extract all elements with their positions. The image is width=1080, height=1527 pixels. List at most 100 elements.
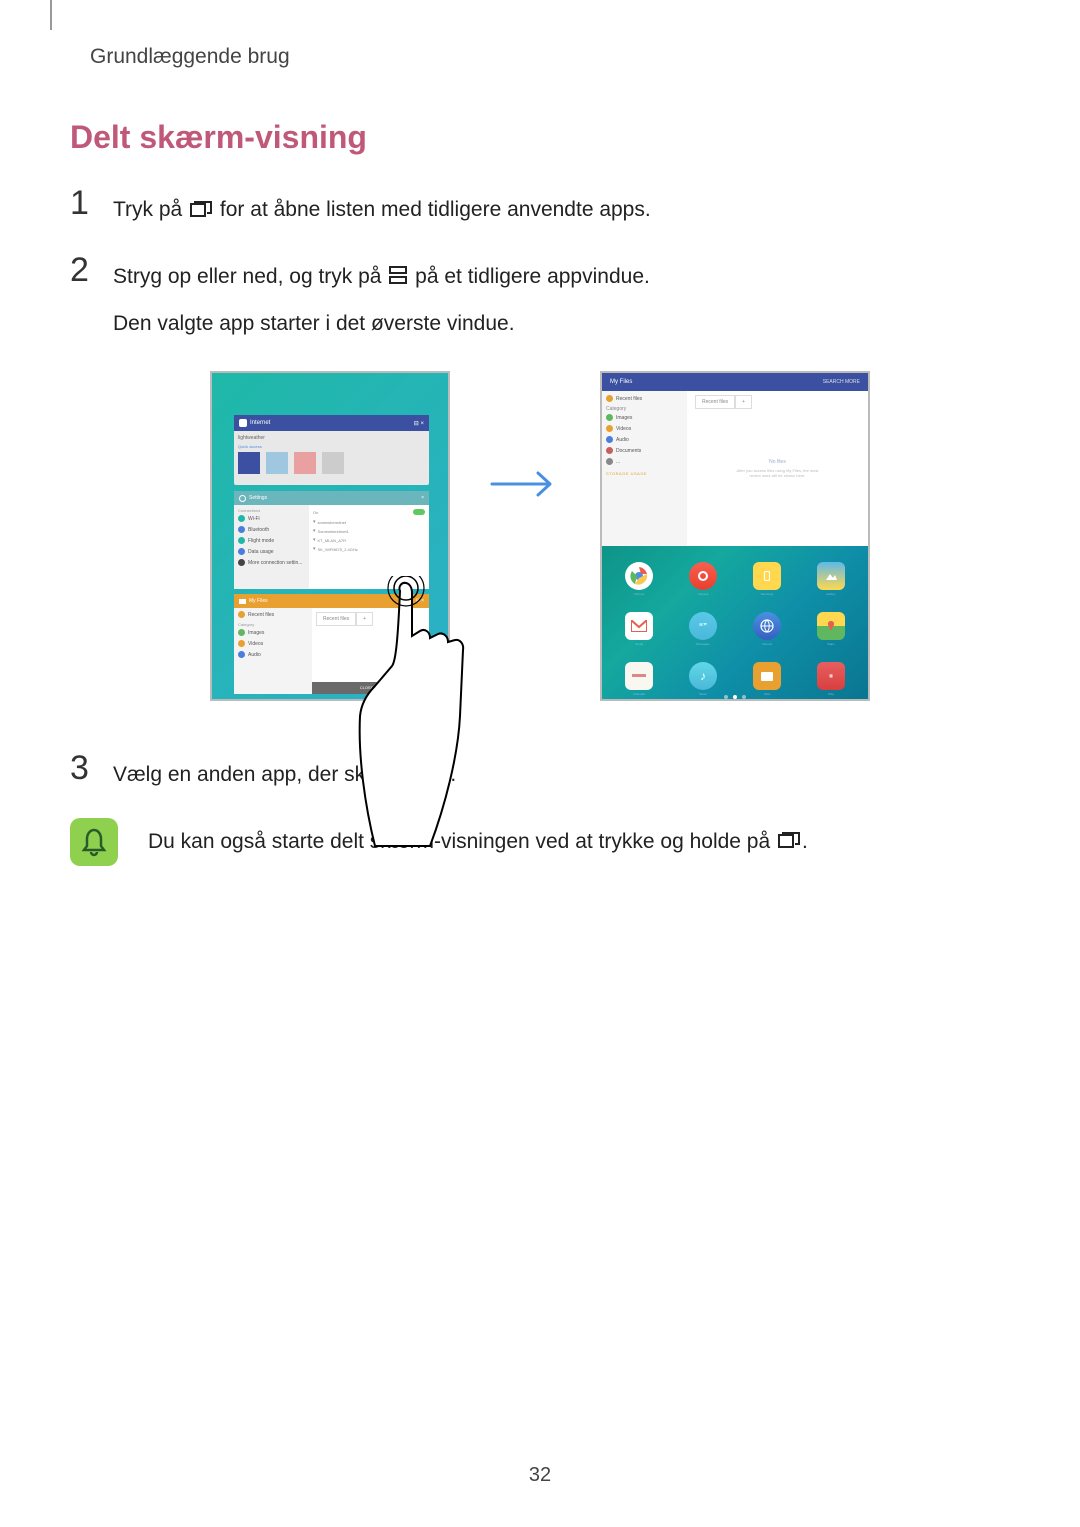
bf-tab: Recent files [316,612,356,626]
storage-usage-label: STORAGE USAGE [606,471,683,476]
left-screenshot: Internet ⊟ × lightweather Quick access [210,371,450,701]
app-maps: Maps [812,612,850,646]
camera-icon [689,562,717,590]
rs-item-5: ... [616,459,620,465]
split-close-icons: ⊟ × [414,420,424,427]
step-number-1: 1 [70,186,95,220]
step-3-text: Vælg en anden app, der skal startes. [113,751,456,793]
page-dot-1 [724,695,728,699]
panel-top-title: Internet [250,420,270,426]
mid-item-2: Flight mode [248,538,274,544]
page-number: 32 [529,1464,551,1487]
rs-tab: Recent files [695,395,735,409]
wifi-1: somewhere#net [318,520,346,525]
rs-plus: + [735,395,752,409]
chrome-icon [625,562,653,590]
bf-item-1: Images [248,630,264,636]
step-2-line2: Den valgte app starter i det øverste vin… [113,306,650,342]
wifi-3: KT_MLAN_A7R [318,538,346,543]
quick-access-label: Quick access [238,444,425,449]
calendar-icon [625,662,653,690]
connections-label: Connections [238,508,305,513]
close-icon: × [421,495,424,501]
wifi-4: SK_WiFi9875_2.4GHz [318,547,358,552]
flight-icon [238,537,245,544]
breadcrumb: Grundlæggende brug [70,45,1010,69]
app-gmail: Gmail [620,612,658,646]
panel-mid-title: Settings [249,495,267,501]
myfiles-sidebar: Recent files Category Images Videos Audi… [602,391,687,546]
thumb-1 [238,452,260,474]
maps-icon [817,612,845,640]
thumb-3 [294,452,316,474]
header-rule [50,0,52,30]
step-1-before: Tryk på [113,198,188,221]
bf-cat-label: Category [238,622,308,627]
step-2-text: Stryg op eller ned, og tryk på på et tid… [113,253,650,341]
rs-item-3: Audio [616,437,629,443]
step-2-before: Stryg op eller ned, og tryk på [113,265,387,288]
mid-item-3: Data usage [248,549,274,555]
step-2-after: på et tidligere appvindue. [415,265,650,288]
bt-icon [238,526,245,533]
panel-myfiles-header: My Files ⊟ × [234,594,429,608]
rs-item-1: Images [616,415,632,421]
step-2: 2 Stryg op eller ned, og tryk på på et t… [70,253,1010,341]
myfiles-content: Recent files + No files After you access… [687,391,868,546]
bf-item-3: Audio [248,652,261,658]
recent-apps-icon [190,193,212,229]
internet-icon [753,612,781,640]
page-dot-2 [733,695,737,699]
mid-item-1: Bluetooth [248,527,269,533]
mid-item-0: Wi-Fi [248,516,260,522]
app-calendar: Calendar [620,662,658,696]
section-title: Delt skærm-visning [70,119,1010,156]
left-panel-internet: Internet ⊟ × lightweather Quick access [234,415,429,485]
app-camera: Camera [684,562,722,596]
bf-plus: + [356,612,373,626]
app-files: Files [748,662,786,696]
apps-grid: Chrome Camera Samsung Gallery Gmail “”Me… [602,546,868,701]
app-internet: Internet [748,612,786,646]
step-1-after: for at åbne listen med tidligere anvendt… [220,198,651,221]
panel-bottom-title: My Files [249,598,268,604]
no-files-placeholder: No files After you access files using My… [732,459,823,479]
bf-item-0: Recent files [248,612,274,618]
split-close-icons-2: ⊟ × [416,598,425,604]
wifi-icon [238,515,245,522]
rs-item-4: Documents [616,448,641,454]
panel-internet-header: Internet ⊟ × [234,415,429,431]
left-screenshot-container: Internet ⊟ × lightweather Quick access [210,371,450,701]
rs-item-2: Videos [616,426,631,432]
myfiles-header: My Files SEARCH MORE [602,373,868,391]
toggle-on-icon [413,509,425,515]
files-icon [753,662,781,690]
left-panel-settings: Settings × Connections Wi-Fi Bluetooth F… [234,491,429,589]
note-after: . [802,830,808,853]
left-panel-myfiles: My Files ⊟ × Recent files Category Image… [234,594,429,694]
app-gallery: Gallery [812,562,850,596]
note-before: Du kan også starte delt skærm-visningen … [148,830,776,853]
step-number-2: 2 [70,253,95,287]
note-text: Du kan også starte delt skærm-visningen … [148,830,808,854]
myfiles-title: My Files [610,379,632,385]
gmail-icon [625,612,653,640]
bf-item-2: Videos [248,641,263,647]
address-bar: lightweather [238,435,425,441]
note-box: Du kan også starte delt skærm-visningen … [70,818,1010,866]
step-1: 1 Tryk på for at åbne listen med tidlige… [70,186,1010,228]
more-icon [238,559,245,566]
globe-icon [239,419,247,427]
myfiles-actions: SEARCH MORE [823,379,860,385]
music-icon: ♪ [689,662,717,690]
app-music: ♪Music [684,662,722,696]
page-dot-3 [742,695,746,699]
rs-item-0: Recent files [616,396,642,402]
mid-item-4: More connection settin... [248,560,302,566]
wifi-2: Somewhere#net1 [318,529,349,534]
step-number-3: 3 [70,751,95,785]
step-3: 3 Vælg en anden app, der skal startes. [70,751,1010,793]
right-screenshot: My Files SEARCH MORE Recent files Catego… [600,371,870,701]
thumb-4 [322,452,344,474]
recent-apps-icon-2 [778,830,800,854]
